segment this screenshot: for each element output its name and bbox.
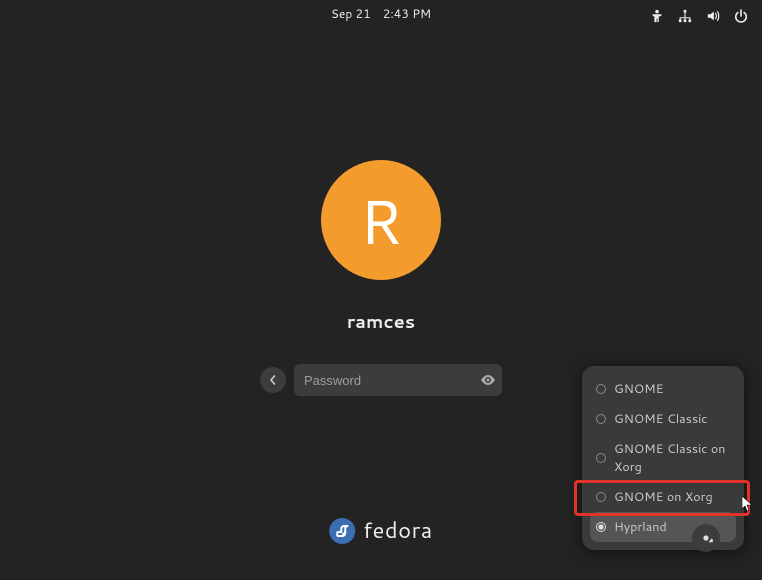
show-password-icon[interactable]: [480, 372, 496, 388]
radio-icon: [596, 492, 606, 502]
clock[interactable]: Sep 21 2:43 PM: [331, 5, 431, 22]
date: Sep 21: [331, 5, 371, 22]
volume-icon[interactable]: [706, 9, 720, 23]
power-icon[interactable]: [734, 9, 748, 23]
session-label: Hyprland: [614, 518, 667, 536]
distro-brand: fedora: [329, 515, 433, 546]
session-label: GNOME Classic: [614, 410, 707, 428]
radio-icon: [596, 453, 606, 463]
fedora-logo-icon: [329, 518, 355, 544]
radio-icon: [596, 414, 606, 424]
session-item-gnome-classic-xorg[interactable]: GNOME Classic on Xorg: [590, 434, 736, 482]
session-item-gnome[interactable]: GNOME: [590, 374, 736, 404]
session-label: GNOME on Xorg: [614, 488, 713, 506]
radio-icon: [596, 384, 606, 394]
password-field[interactable]: [294, 364, 502, 396]
session-label: GNOME Classic on Xorg: [614, 440, 730, 476]
time: 2:43 PM: [383, 5, 431, 22]
password-input[interactable]: [304, 373, 480, 388]
network-icon[interactable]: [678, 9, 692, 23]
username-label: ramces: [0, 308, 762, 334]
radio-icon: [596, 522, 606, 532]
avatar: R: [321, 160, 441, 280]
session-gear-button[interactable]: [692, 524, 720, 552]
avatar-initial: R: [359, 176, 403, 264]
brand-name: fedora: [363, 515, 433, 546]
accessibility-icon[interactable]: [650, 9, 664, 23]
session-item-gnome-xorg[interactable]: GNOME on Xorg: [590, 482, 736, 512]
session-item-gnome-classic[interactable]: GNOME Classic: [590, 404, 736, 434]
session-menu: GNOME GNOME Classic GNOME Classic on Xor…: [582, 366, 744, 550]
session-label: GNOME: [614, 380, 663, 398]
top-bar: Sep 21 2:43 PM: [0, 0, 762, 32]
back-button[interactable]: [260, 367, 286, 393]
